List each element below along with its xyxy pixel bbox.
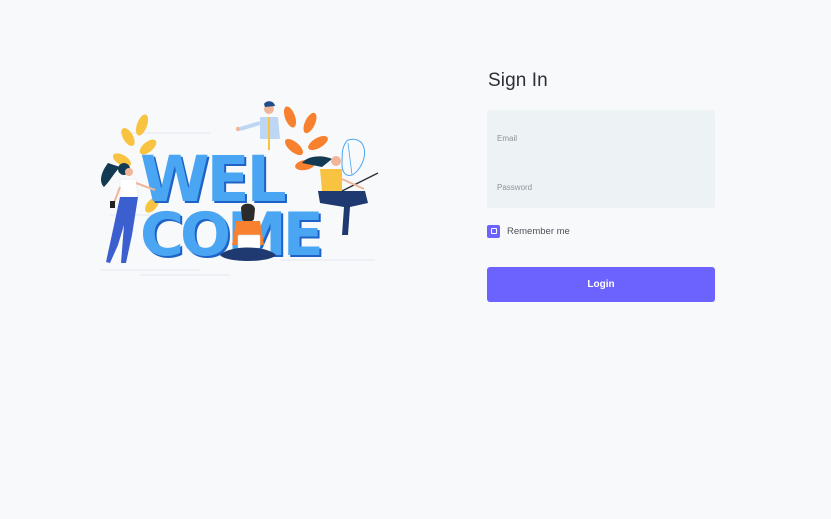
signin-title: Sign In xyxy=(488,70,548,91)
login-page: WEL WEL COME COME Sign In Email Remember… xyxy=(0,0,831,519)
welcome-illustration: WEL WEL COME COME xyxy=(100,101,379,276)
password-field-wrapper xyxy=(497,177,705,207)
credentials-box xyxy=(487,110,715,208)
remember-me-row[interactable]: Remember me xyxy=(487,224,715,238)
email-input[interactable] xyxy=(497,131,705,146)
remember-me-label[interactable]: Remember me xyxy=(507,226,570,237)
password-input[interactable] xyxy=(497,180,705,195)
remember-me-checkbox[interactable] xyxy=(487,224,500,238)
login-button[interactable]: Login xyxy=(487,267,715,302)
email-field-wrapper xyxy=(497,128,705,158)
welcome-word-line-2: COME xyxy=(140,200,320,270)
checkbox-square-icon xyxy=(490,228,497,234)
signin-panel: Sign In Remember me Login xyxy=(487,70,715,302)
